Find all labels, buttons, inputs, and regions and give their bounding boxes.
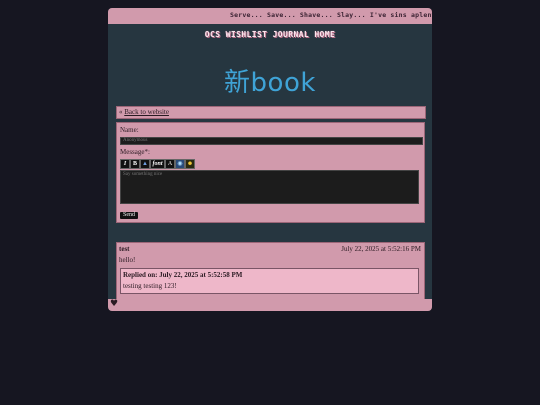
- entry-author: test: [119, 245, 130, 253]
- entry-date: July 22, 2025 at 5:52:16 PM: [341, 245, 421, 253]
- back-arrow-icon: «: [119, 108, 123, 116]
- image-button[interactable]: ◉: [175, 159, 185, 169]
- marquee-text: Serve... Save... Shave... Slay... I've s…: [230, 11, 432, 19]
- back-to-website-link[interactable]: Back to website: [124, 108, 169, 116]
- reply-header: Replied on: July 22, 2025 at 5:52:58 PM: [123, 271, 243, 279]
- reply-message: testing testing 123!: [123, 282, 177, 290]
- home-link[interactable]: OCS WISHLIST JOURNAL HOME: [108, 30, 432, 39]
- emoji-button[interactable]: ☻: [185, 159, 195, 169]
- entry-reply: Replied on: July 22, 2025 at 5:52:58 PM …: [120, 268, 419, 294]
- message-label: Message*:: [120, 148, 150, 156]
- guestbook-panel: Serve... Save... Shave... Slay... I've s…: [108, 8, 432, 311]
- guestbook-entry: test July 22, 2025 at 5:52:16 PM hello! …: [116, 242, 425, 301]
- name-input[interactable]: Anonymous: [120, 137, 423, 145]
- logo: 新book: [224, 68, 316, 98]
- footer-bar: ♥: [108, 299, 432, 311]
- color-triangle-icon: ▲: [142, 161, 148, 167]
- comment-form: Name: Anonymous Message*: I B ▲ font A ◉…: [116, 122, 425, 223]
- image-icon: ◉: [177, 161, 183, 167]
- marquee-banner: Serve... Save... Shave... Slay... I've s…: [108, 8, 432, 24]
- heart-icon[interactable]: ♥: [110, 299, 118, 309]
- emoji-icon: ☻: [186, 161, 194, 167]
- italic-button[interactable]: I: [120, 159, 130, 169]
- bold-button[interactable]: B: [130, 159, 140, 169]
- size-button[interactable]: A: [165, 159, 175, 169]
- back-nav-bar: « Back to website: [116, 106, 426, 119]
- send-button[interactable]: Send: [120, 212, 138, 219]
- name-label: Name:: [120, 126, 139, 134]
- font-button[interactable]: font: [150, 159, 165, 169]
- color-button[interactable]: ▲: [140, 159, 150, 169]
- message-textarea[interactable]: Say something nice: [120, 170, 419, 204]
- font-size-icon: A: [167, 161, 173, 167]
- entry-message: hello!: [119, 256, 136, 264]
